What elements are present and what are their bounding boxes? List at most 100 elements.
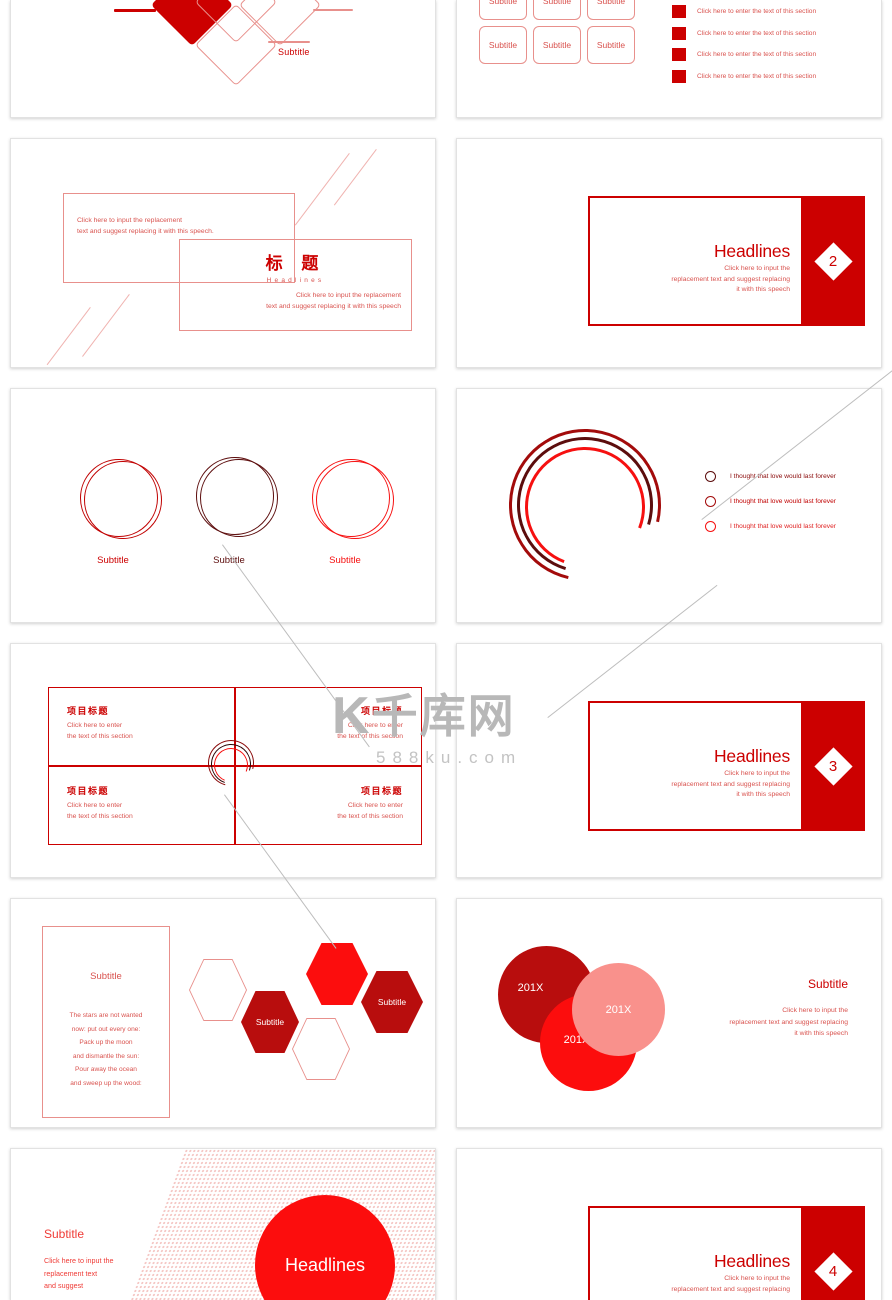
headline-sub: Click here to input the replacement text… — [671, 769, 790, 801]
slide-subtitle-grid[interactable]: Subtitle Subtitle Subtitle Subtitle Subt… — [456, 0, 882, 118]
slide-cell-headline-4[interactable]: Headlines Click here to input the replac… — [446, 1140, 892, 1300]
quadrant-body-line-1: Click here to enter — [347, 802, 403, 809]
big-circle-body-line-1: Click here to input the — [44, 1256, 114, 1265]
decor-slash — [46, 307, 92, 366]
title-top-line-2: text and suggest replacing it with this … — [77, 228, 214, 236]
headline-title: Headlines — [713, 241, 790, 261]
bubble-pale: 201X — [572, 963, 665, 1056]
quadrant-body-line-1: Click here to enter — [67, 802, 123, 809]
subtitle-square[interactable]: Subtitle — [533, 26, 581, 64]
bubble-subtitle: Subtitle — [807, 977, 848, 991]
slide-bubbles[interactable]: 201X 201X 201X Subtitle Click here to in… — [456, 898, 882, 1128]
decor-slash — [333, 149, 378, 206]
bubble-text-block: Subtitle Click here to input the replace… — [653, 977, 848, 1040]
slide-arc-list[interactable]: I thought that love would last forever I… — [456, 388, 882, 623]
slide-diamonds[interactable]: Subtitle — [10, 0, 436, 118]
headline-sub-line-2: replacement text and suggest replacing — [671, 1285, 790, 1293]
bullet-row: Click here to enter the text of this sec… — [672, 69, 817, 83]
slide-cell-headline-2[interactable]: Headlines Click here to input the replac… — [446, 130, 892, 380]
slide-quadrants[interactable]: 项目标题 Click here to enter the text of thi… — [10, 643, 436, 878]
bullet-row: Click here to enter the text of this sec… — [672, 26, 816, 40]
poem-panel-body: The stars are not wanted now: put out ev… — [47, 1009, 165, 1090]
headline-number: 2 — [828, 252, 838, 270]
ring-group-3: Subtitle — [312, 459, 394, 566]
bullet-row: Click here to enter the text of this sec… — [672, 48, 816, 61]
bullet-text: Click here to enter the text of this sec… — [697, 72, 817, 80]
diamond-subtitle: Subtitle — [278, 47, 310, 57]
hexagon-outline-2 — [292, 1018, 350, 1080]
title-bottom-line-2: text and suggest replacing it with this … — [266, 303, 401, 311]
headline-text-box: Headlines Click here to input the replac… — [588, 701, 801, 831]
accent-rule-left — [114, 9, 156, 12]
big-circle-body-line-3: and suggest — [44, 1281, 84, 1291]
quadrant-body-line-2: the text of this section — [67, 812, 133, 820]
headline-title: Headlines — [713, 746, 790, 766]
slide-title[interactable]: Click here to input the replacement text… — [10, 138, 436, 368]
subtitle-square[interactable]: Subtitle — [587, 0, 635, 20]
quadrant-body-line-2: the text of this section — [337, 732, 403, 740]
quadrant-body: Click here to enter the text of this sec… — [253, 721, 403, 743]
slide-headline-2[interactable]: Headlines Click here to input the replac… — [456, 138, 882, 368]
slide-cell-diamonds[interactable]: Subtitle — [0, 0, 446, 130]
hexagon-filled-dark: Subtitle — [241, 991, 299, 1053]
quadrant-bottom-left[interactable]: 项目标题 Click here to enter the text of thi… — [67, 784, 217, 823]
slide-cell-title[interactable]: Click here to input the replacement text… — [0, 130, 446, 380]
quadrant-bottom-right[interactable]: 项目标题 Click here to enter the text of thi… — [253, 784, 403, 823]
arc-bullet-list: I thought that love would last forever I… — [705, 471, 836, 546]
quadrant-body-line-1: Click here to enter — [67, 722, 123, 729]
accent-rule-right — [313, 9, 353, 11]
hexagon-filled-red: Subtitle — [361, 971, 423, 1033]
quadrant-title: 项目标题 — [360, 706, 403, 716]
bullet-square-icon — [672, 48, 686, 61]
page-title-cn: 标 题 — [265, 254, 326, 273]
headline-sub-line-3: it with this speech — [736, 286, 790, 294]
quadrant-title: 项目标题 — [67, 706, 110, 716]
headline-text-inner: Headlines Click here to input the replac… — [671, 1251, 790, 1295]
subtitle-square[interactable]: Subtitle — [479, 26, 527, 64]
poem-line: and sweep up the wood: — [70, 1079, 142, 1087]
subtitle-square[interactable]: Subtitle — [533, 0, 581, 20]
quadrant-top-right[interactable]: 项目标题 Click here to enter the text of thi… — [253, 704, 403, 743]
headline-number: 3 — [828, 757, 838, 775]
slide-hexagons[interactable]: Subtitle The stars are not wanted now: p… — [10, 898, 436, 1128]
quadrant-body-line-2: the text of this section — [337, 812, 403, 820]
slide-headline-4[interactable]: Headlines Click here to input the replac… — [456, 1148, 882, 1300]
bullet-list: Click here to enter the text of this sec… — [672, 5, 816, 91]
slide-cell-bubbles[interactable]: 201X 201X 201X Subtitle Click here to in… — [446, 890, 892, 1140]
bullet-square-icon — [672, 26, 686, 40]
circle-bullet-icon — [705, 471, 716, 482]
headline-number-panel: 4 — [801, 1206, 865, 1300]
bullet-square-icon — [672, 69, 686, 83]
subtitle-square[interactable]: Subtitle — [587, 26, 635, 64]
headline-sub: Click here to input the replacement text… — [671, 264, 790, 296]
quadrant-top-left[interactable]: 项目标题 Click here to enter the text of thi… — [67, 704, 217, 743]
circle-bullet-icon — [705, 496, 716, 507]
slide-cell-headline-3[interactable]: Headlines Click here to input the replac… — [446, 635, 892, 890]
headline-number-panel: 3 — [801, 701, 865, 831]
quadrant-body: Click here to enter the text of this sec… — [67, 721, 217, 743]
headline-sub-line-2: replacement text and suggest replacing — [671, 780, 790, 788]
headline-sub: Click here to input the replacement text… — [671, 1274, 790, 1295]
hexagon-inner-fill — [293, 1019, 349, 1079]
slide-big-circle[interactable]: Headlines Subtitle Click here to input t… — [10, 1148, 436, 1300]
title-bottom-text: Click here to input the replacement text… — [179, 290, 401, 312]
slide-headline-3[interactable]: Headlines Click here to input the replac… — [456, 643, 882, 878]
slide-cell-big-circle[interactable]: Headlines Subtitle Click here to input t… — [0, 1140, 446, 1300]
decor-slash — [82, 294, 131, 358]
poem-line: Pour away the ocean — [75, 1066, 137, 1074]
ring-label: Subtitle — [97, 555, 129, 566]
slide-cell-arc-list[interactable]: I thought that love would last forever I… — [446, 380, 892, 635]
slide-cell-quadrants[interactable]: 项目标题 Click here to enter the text of thi… — [0, 635, 446, 890]
title-top-line-1: Click here to input the replacement — [77, 217, 183, 224]
bubble-body-line-2: replacement text and suggest replacing — [729, 1018, 848, 1026]
headline-number-panel: 2 — [801, 196, 865, 326]
slide-cell-subtitle-grid[interactable]: Subtitle Subtitle Subtitle Subtitle Subt… — [446, 0, 892, 130]
arc-bullet-text: I thought that love would last forever — [730, 523, 836, 530]
poem-panel-title: Subtitle — [90, 971, 122, 982]
slide-three-rings[interactable]: Subtitle Subtitle Subtitle — [10, 388, 436, 623]
subtitle-square[interactable]: Subtitle — [479, 0, 527, 20]
slide-cell-hexagons[interactable]: Subtitle The stars are not wanted now: p… — [0, 890, 446, 1140]
quadrant-body: Click here to enter the text of this sec… — [67, 801, 217, 823]
poem-line: The stars are not wanted — [69, 1012, 143, 1019]
slide-cell-three-rings[interactable]: Subtitle Subtitle Subtitle — [0, 380, 446, 635]
